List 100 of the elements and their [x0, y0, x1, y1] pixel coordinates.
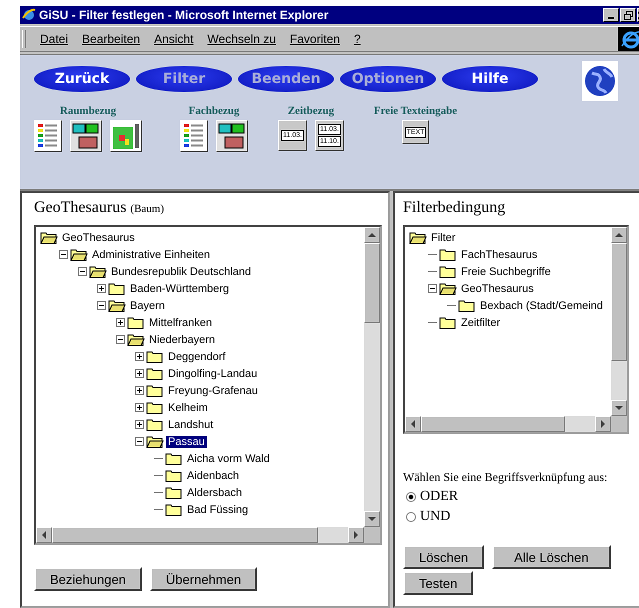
horizontal-scrollbar[interactable] — [405, 416, 611, 432]
folder-icon — [165, 452, 183, 465]
folder-icon — [108, 282, 126, 295]
tree-item[interactable]: Filter — [429, 232, 458, 244]
restore-icon — [624, 10, 632, 20]
frame-subtitle: (Baum) — [130, 203, 164, 215]
tree-item[interactable]: Bundesrepublik Deutschland — [109, 266, 254, 278]
open-folder-icon — [127, 333, 145, 346]
folder-icon — [439, 316, 457, 329]
expand-icon[interactable] — [135, 352, 144, 361]
grid-map-tool-button[interactable] — [110, 120, 142, 152]
browser-icon — [22, 8, 36, 22]
expand-icon[interactable] — [97, 284, 106, 293]
tree-item[interactable]: Deggendorf — [166, 350, 228, 362]
horizontal-scrollbar[interactable] — [36, 527, 364, 543]
tree-item[interactable]: Bayern — [128, 300, 167, 312]
group-label: Fachbezug — [188, 105, 240, 117]
prompt-text: Wählen Sie eine Begriffsverknüpfung aus: — [403, 470, 608, 485]
radio-button[interactable] — [406, 512, 416, 522]
vertical-scrollbar[interactable] — [611, 227, 627, 416]
globe-icon — [582, 61, 618, 101]
tree-view[interactable]: Filter FachThesaurus Freie Suchbegriffe GeoThesaurus Bexbach (Stadt/Gemeind Zeitfilter — [403, 225, 629, 434]
menu-item[interactable]: Datei — [40, 32, 68, 46]
expand-icon[interactable] — [135, 369, 144, 378]
folder-icon — [439, 248, 457, 261]
tree-item[interactable]: Aldersbach — [185, 486, 244, 498]
tree-item[interactable]: Administrative Einheiten — [90, 248, 212, 260]
menu-item[interactable]: ? — [354, 32, 361, 46]
open-folder-icon — [70, 248, 88, 261]
expand-icon[interactable] — [135, 403, 144, 412]
menu-item[interactable]: Bearbeiten — [82, 32, 140, 46]
collapse-icon[interactable] — [59, 250, 68, 259]
tree-item[interactable]: Dingolfing-Landau — [166, 368, 260, 380]
expand-icon[interactable] — [116, 318, 125, 327]
open-folder-icon — [89, 265, 107, 278]
folder-icon — [127, 316, 145, 329]
tree-item[interactable]: Freie Suchbegriffe — [459, 266, 553, 278]
menu-item[interactable]: Wechseln zu — [207, 32, 276, 46]
vertical-scrollbar[interactable] — [364, 227, 380, 527]
form-button[interactable]: Beziehungen — [34, 567, 142, 591]
tree-item[interactable]: Baden-Württemberg — [128, 282, 232, 294]
folder-icon — [146, 418, 164, 431]
group-label: Freie Texteingabe — [374, 105, 458, 117]
tree-item[interactable]: Bexbach (Stadt/Gemeind — [478, 300, 605, 312]
menu-item[interactable]: Ansicht — [154, 32, 194, 46]
tree-item[interactable]: FachThesaurus — [459, 248, 540, 260]
legend-tool-button[interactable] — [180, 120, 208, 152]
collapse-icon[interactable] — [78, 267, 87, 276]
tree-item[interactable]: Aidenbach — [185, 470, 241, 482]
open-folder-icon — [439, 282, 457, 295]
tree-item[interactable]: Landshut — [166, 418, 216, 430]
legend-tool-button[interactable] — [34, 120, 62, 152]
expand-icon[interactable] — [135, 420, 144, 429]
window-title: GiSU - Filter festlegen - Microsoft Internet Explorer — [39, 8, 328, 22]
restore-button[interactable] — [620, 8, 636, 22]
open-folder-icon — [146, 435, 164, 448]
frame-title: Filterbedingung — [403, 199, 506, 216]
open-folder-icon — [108, 299, 126, 312]
form-button[interactable]: Alle Löschen — [492, 545, 611, 569]
tree-item[interactable]: GeoThesaurus — [459, 282, 536, 294]
tree-item[interactable]: GeoThesaurus — [60, 232, 137, 244]
tree-item[interactable]: Passau — [166, 436, 207, 448]
radio-label: ODER — [420, 489, 458, 505]
windows-tool-button[interactable] — [216, 120, 248, 152]
folder-icon — [165, 469, 183, 482]
tree-item[interactable]: Niederbayern — [147, 334, 218, 346]
folder-icon — [165, 486, 183, 499]
tree-item[interactable]: Kelheim — [166, 402, 210, 414]
tree-item[interactable]: Mittelfranken — [147, 316, 214, 328]
group-label: Raumbezug — [60, 105, 116, 117]
windows-tool-button[interactable] — [70, 120, 102, 152]
browser-logo-icon — [618, 27, 639, 51]
folder-icon — [146, 401, 164, 414]
collapse-icon[interactable] — [135, 437, 144, 446]
open-folder-icon — [40, 231, 58, 244]
expand-icon[interactable] — [135, 386, 144, 395]
nav-button[interactable]: Zurück — [34, 66, 130, 92]
folder-icon — [146, 384, 164, 397]
collapse-icon[interactable] — [116, 335, 125, 344]
radio-label: UND — [420, 509, 450, 525]
tree-item[interactable]: Bad Füssing — [185, 504, 250, 516]
tree-view[interactable] — [34, 225, 382, 545]
radio-button[interactable] — [406, 492, 416, 502]
tree-item[interactable]: Freyung-Grafenau — [166, 384, 260, 396]
minimize-button[interactable] — [603, 8, 619, 22]
form-button[interactable]: Löschen — [403, 545, 484, 569]
collapse-icon[interactable] — [97, 301, 106, 310]
form-button[interactable]: Testen — [403, 571, 474, 595]
folder-icon — [146, 350, 164, 363]
tree-item[interactable]: Aicha vorm Wald — [185, 452, 272, 464]
folder-icon — [146, 367, 164, 380]
folder-icon — [165, 503, 183, 516]
nav-button[interactable]: Hilfe — [442, 66, 538, 92]
folder-icon — [439, 265, 457, 278]
form-button[interactable]: Übernehmen — [150, 567, 258, 591]
collapse-icon[interactable] — [428, 284, 437, 293]
group-label: Zeitbezug — [288, 105, 334, 117]
frame-title: GeoThesaurus — [34, 199, 126, 216]
menu-item[interactable]: Favoriten — [290, 32, 340, 46]
tree-item[interactable]: Zeitfilter — [459, 316, 502, 328]
